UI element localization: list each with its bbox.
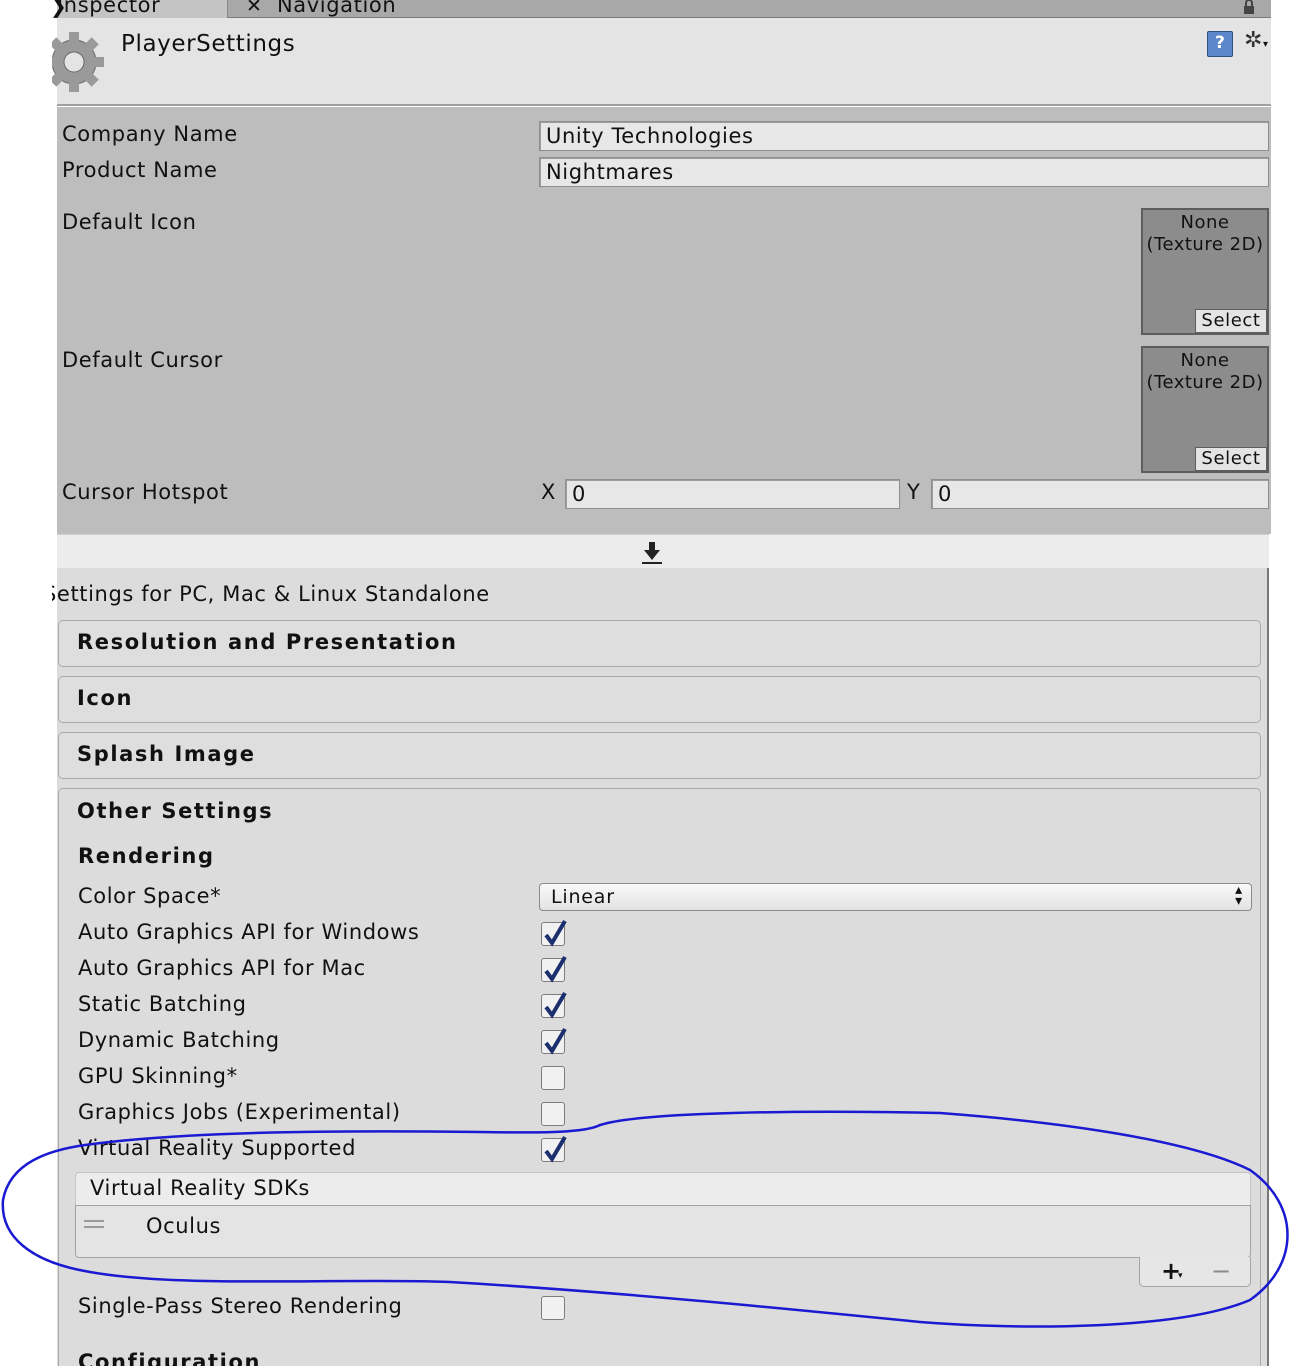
option-label: GPU Skinning* (78, 1064, 238, 1088)
default-icon-field[interactable]: None (Texture 2D) Select (1141, 208, 1269, 335)
section-icon-label: Icon (77, 686, 134, 710)
tab-navigation-label: Navigation (277, 0, 397, 17)
option-checkbox[interactable] (541, 919, 567, 947)
platform-title-text: Settings for PC, Mac & Linux Standalone (52, 582, 490, 606)
section-splash-image-label: Splash Image (77, 742, 256, 766)
option-checkbox[interactable] (541, 991, 567, 1019)
section-resolution[interactable]: Resolution and Presentation (58, 620, 1261, 667)
gear-menu-icon[interactable]: ✲ ▾ (1244, 28, 1271, 57)
platform-title: Settings for PC, Mac & Linux Standalone (52, 582, 552, 606)
list-item[interactable]: Oculus (76, 1212, 1250, 1242)
tab-inspector-label: Inspector (57, 0, 161, 17)
tab-inspector[interactable]: Inspector (57, 0, 228, 19)
player-settings-gear-icon (44, 32, 104, 92)
option-label: Auto Graphics API for Mac (78, 956, 366, 980)
inspector-icon: ❯ (50, 0, 67, 18)
product-name-field[interactable]: Nightmares (539, 157, 1269, 187)
download-arrow-icon[interactable] (641, 540, 663, 566)
vr-sdk-list: Oculus (75, 1205, 1251, 1258)
option-label: Graphics Jobs (Experimental) (78, 1100, 401, 1124)
color-space-label: Color Space* (78, 884, 222, 908)
dropdown-arrows-icon: ▴ ▾ (1235, 882, 1243, 909)
product-name-label: Product Name (62, 158, 218, 182)
default-cursor-field[interactable]: None (Texture 2D) Select (1141, 346, 1269, 473)
section-other-settings-label[interactable]: Other Settings (77, 799, 273, 823)
option-checkbox[interactable] (541, 1102, 565, 1126)
single-pass-checkbox[interactable] (541, 1296, 565, 1320)
default-cursor-label: Default Cursor (62, 348, 223, 372)
hotspot-y-field[interactable]: 0 (931, 479, 1269, 509)
lock-icon[interactable] (1242, 0, 1256, 15)
option-checkbox[interactable] (541, 1027, 567, 1055)
hotspot-x-label: X (541, 480, 556, 504)
hotspot-x-field[interactable]: 0 (565, 479, 900, 509)
default-icon-label: Default Icon (62, 210, 197, 234)
platform-separator (57, 534, 1269, 568)
configuration-heading: Configuration (78, 1350, 262, 1366)
section-other-settings: Other Settings (58, 788, 1261, 1366)
add-dropdown-arrow-icon: ▾ (1178, 1271, 1183, 1281)
rendering-heading: Rendering (78, 844, 215, 868)
color-space-dropdown[interactable]: Linear ▴ ▾ (539, 883, 1252, 911)
vr-sdk-list-header: Virtual Reality SDKs (75, 1172, 1251, 1206)
drag-handle-icon[interactable] (84, 1220, 104, 1228)
section-resolution-label: Resolution and Presentation (77, 630, 458, 654)
hotspot-y-label: Y (907, 480, 921, 504)
option-label: Static Batching (78, 992, 247, 1016)
page-title: PlayerSettings (121, 31, 296, 57)
company-name-label: Company Name (62, 122, 238, 146)
help-icon[interactable]: ? (1207, 31, 1233, 57)
default-icon-select-button[interactable]: Select (1195, 309, 1267, 333)
vr-sdk-list-title: Virtual Reality SDKs (90, 1176, 310, 1200)
option-checkbox[interactable] (541, 1135, 567, 1163)
default-cursor-value: None (Texture 2D) (1146, 350, 1264, 393)
option-label: Dynamic Batching (78, 1028, 280, 1052)
section-splash-image[interactable]: Splash Image (58, 732, 1261, 779)
tab-bar (57, 0, 1271, 18)
option-label: Auto Graphics API for Windows (78, 920, 420, 944)
company-name-field[interactable]: Unity Technologies (539, 121, 1269, 151)
color-space-value: Linear (551, 886, 615, 908)
vr-sdk-item-label: Oculus (146, 1214, 222, 1238)
vr-sdk-list-footer: + ▾ − (1139, 1257, 1251, 1287)
section-icon[interactable]: Icon (58, 676, 1261, 723)
default-icon-value: None (Texture 2D) (1146, 212, 1264, 255)
option-checkbox[interactable] (541, 1066, 565, 1090)
option-label: Virtual Reality Supported (78, 1136, 357, 1160)
cursor-hotspot-label: Cursor Hotspot (62, 480, 229, 504)
remove-sdk-button[interactable]: − (1211, 1257, 1231, 1285)
option-checkbox[interactable] (541, 955, 567, 983)
navigation-icon: ✕ (246, 0, 262, 17)
single-pass-label: Single-Pass Stereo Rendering (78, 1294, 403, 1318)
default-cursor-select-button[interactable]: Select (1195, 447, 1267, 471)
tab-navigation[interactable]: ✕ Navigation (246, 0, 416, 18)
